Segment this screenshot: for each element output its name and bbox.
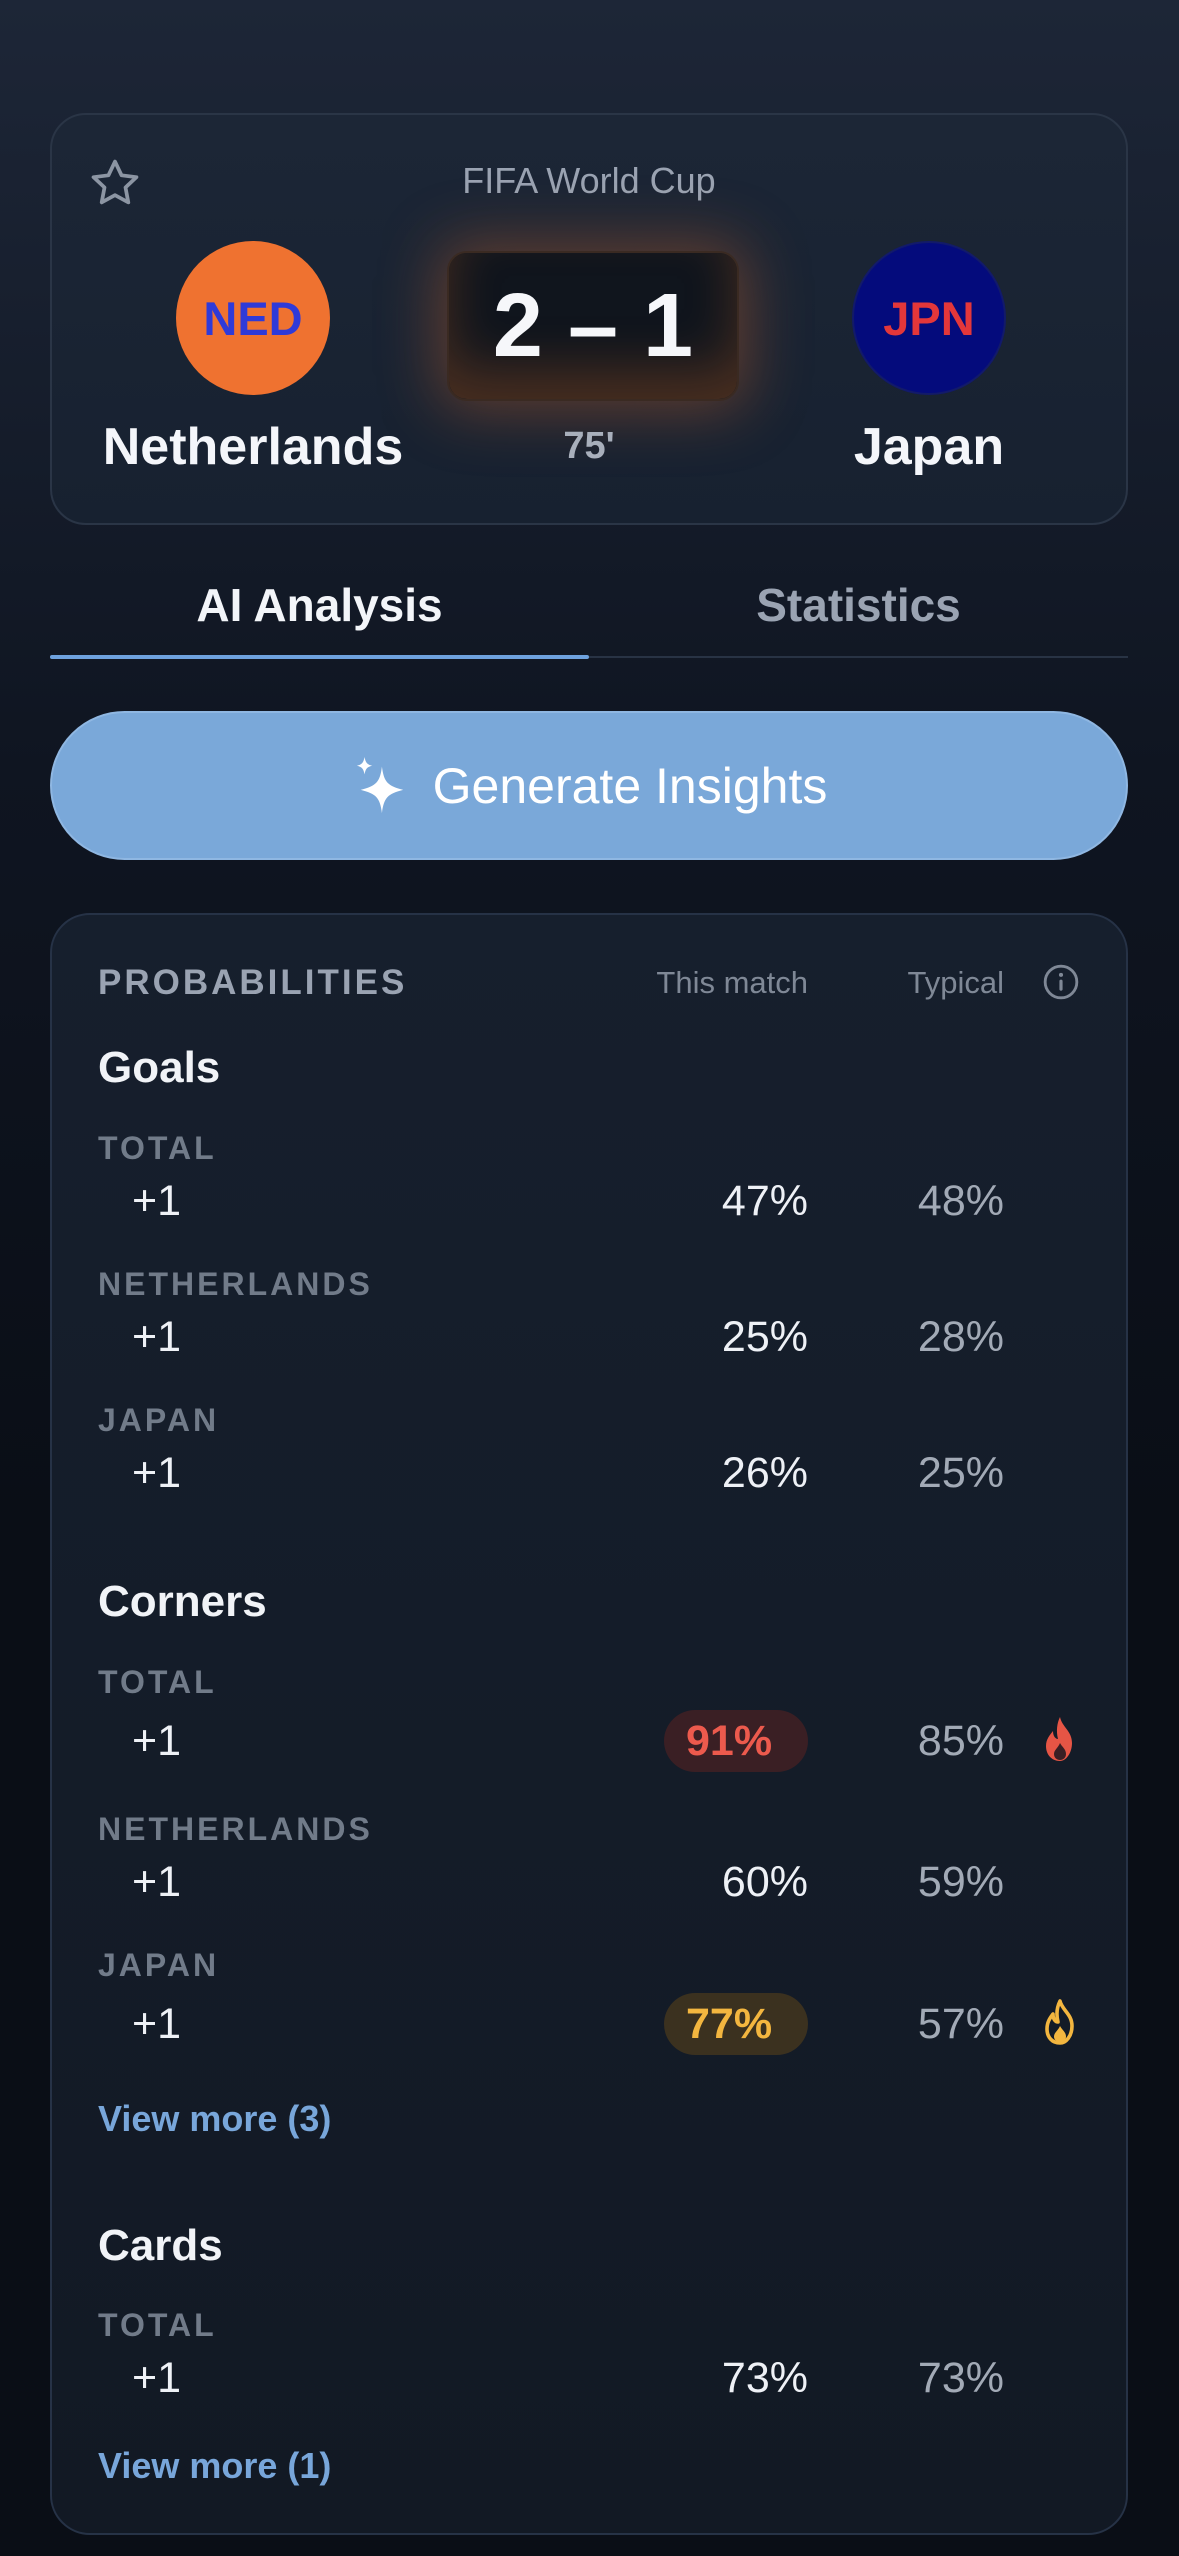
- tab-statistics[interactable]: Statistics: [589, 578, 1128, 632]
- home-team-badge[interactable]: NED: [176, 241, 330, 395]
- row-label: JAPAN: [98, 1947, 220, 1983]
- away-team-badge[interactable]: JPN: [852, 241, 1006, 395]
- row-label: NETHERLANDS: [98, 1266, 373, 1302]
- view-more-corners-link[interactable]: View more (3): [98, 2098, 331, 2140]
- value-typical: 28%: [917, 1313, 1004, 1361]
- row-line: +1: [132, 1858, 182, 1906]
- value-this-match: 25%: [721, 1313, 808, 1361]
- row-label: TOTAL: [98, 1130, 217, 1166]
- group-title-corners: Corners: [98, 1577, 267, 1626]
- row-line: +1: [132, 1313, 182, 1361]
- value-typical: 48%: [917, 1177, 1004, 1225]
- value-this-match: 26%: [721, 1449, 808, 1497]
- row-label: NETHERLANDS: [98, 1811, 373, 1847]
- row-line: +1: [132, 2000, 182, 2048]
- column-this-match: This match: [656, 965, 808, 1000]
- value-typical: 59%: [917, 1858, 1004, 1906]
- tab-bar: AI Analysis Statistics: [50, 560, 1128, 660]
- row-line: +1: [132, 2354, 182, 2402]
- away-team-name[interactable]: Japan: [759, 417, 1099, 477]
- group-title-cards: Cards: [98, 2221, 223, 2270]
- flame-outline-icon: [1045, 1999, 1074, 2045]
- info-icon[interactable]: [1042, 963, 1080, 1001]
- row-label: TOTAL: [98, 1664, 217, 1700]
- row-label: JAPAN: [98, 1402, 220, 1438]
- value-typical: 85%: [917, 1717, 1004, 1765]
- flame-icon: [1046, 1717, 1072, 1761]
- row-line: +1: [132, 1177, 182, 1225]
- match-card: FIFA World Cup NED Netherlands 2 – 1 75'…: [50, 113, 1128, 525]
- tab-divider: [589, 656, 1128, 658]
- tab-ai-analysis[interactable]: AI Analysis: [50, 578, 589, 632]
- value-typical: 25%: [917, 1449, 1004, 1497]
- value-this-match-highlight: 91%: [664, 1710, 808, 1772]
- score-display: 2 – 1: [447, 251, 739, 401]
- probabilities-card: PROBABILITIES This match Typical Goals T…: [50, 913, 1128, 2535]
- active-tab-indicator: [50, 655, 589, 659]
- row-line: +1: [132, 1717, 182, 1765]
- column-typical: Typical: [907, 965, 1004, 1000]
- view-more-cards-link[interactable]: View more (1): [98, 2445, 331, 2487]
- probabilities-header: PROBABILITIES: [98, 963, 408, 1002]
- value-this-match: 60%: [721, 1858, 808, 1906]
- generate-insights-button[interactable]: Generate Insights: [50, 711, 1128, 860]
- value-typical: 57%: [917, 2000, 1004, 2048]
- group-title-goals: Goals: [98, 1043, 221, 1092]
- value-this-match: 47%: [721, 1177, 808, 1225]
- row-line: +1: [132, 1449, 182, 1497]
- value-this-match-highlight: 77%: [664, 1993, 808, 2055]
- competition-name: FIFA World Cup: [462, 160, 716, 201]
- value-typical: 73%: [917, 2354, 1004, 2402]
- sparkle-icon: [356, 756, 403, 813]
- generate-insights-label: Generate Insights: [432, 757, 828, 814]
- row-label: TOTAL: [98, 2307, 217, 2343]
- value-this-match: 73%: [721, 2354, 808, 2402]
